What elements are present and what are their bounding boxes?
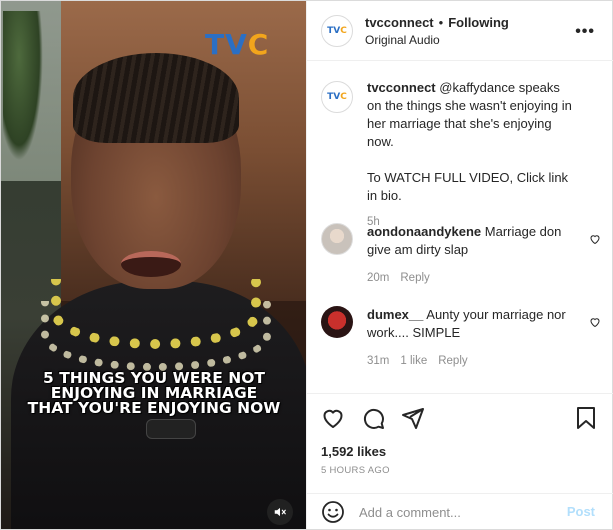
more-options-button[interactable]: ••• (575, 23, 595, 41)
caption-cta: To WATCH FULL VIDEO, Click link in bio. (367, 170, 569, 203)
avatar[interactable]: TVC (321, 14, 353, 47)
post-header: TVC tvcconnect • Following Original Audio … (307, 1, 613, 61)
avatar[interactable]: TVC (321, 81, 353, 113)
instagram-post-modal: T V C 5 THINGS YOU WERE NOT ENJOYING IN … (0, 0, 613, 530)
username-link[interactable]: aondonaandykene (367, 224, 481, 239)
speaker-hair (73, 53, 239, 143)
comment-likes[interactable]: 1 like (400, 355, 427, 367)
mention-link[interactable]: @kaffydance (439, 80, 515, 95)
reply-button[interactable]: Reply (400, 272, 429, 284)
username-link[interactable]: tvcconnect (365, 15, 434, 30)
comment-item: dumex__ Aunty your marriage nor work....… (321, 306, 601, 370)
username-link[interactable]: dumex__ (367, 307, 423, 322)
like-comment-heart-icon[interactable] (589, 233, 601, 245)
tvc-logo: T V C (205, 27, 270, 61)
comment-item: aondonaandykene Marriage don give am dir… (321, 223, 601, 287)
video-caption-overlay: 5 THINGS YOU WERE NOT ENJOYING IN MARRIA… (27, 369, 281, 417)
audio-link[interactable]: Original Audio (365, 33, 509, 47)
video-player[interactable]: T V C 5 THINGS YOU WERE NOT ENJOYING IN … (1, 1, 306, 529)
post-caption: TVC tvcconnect @kaffydance speaks on the… (321, 79, 601, 231)
comment-input[interactable] (359, 504, 559, 520)
avatar[interactable] (321, 306, 353, 338)
username-link[interactable]: tvcconnect (367, 80, 436, 95)
emoji-icon[interactable] (321, 500, 345, 524)
speaker-muted-icon (274, 507, 286, 517)
separator-dot: • (438, 14, 444, 30)
post-actions-bar (307, 393, 613, 443)
timestamp[interactable]: 31m (367, 355, 389, 367)
post-timestamp: 5 HOURS AGO (321, 465, 390, 476)
plant (3, 11, 43, 161)
bookmark-icon[interactable] (575, 406, 597, 430)
avatar[interactable] (321, 223, 353, 255)
comment-icon[interactable] (361, 406, 385, 430)
heart-icon[interactable] (321, 406, 345, 430)
add-comment-bar: Post (307, 493, 613, 530)
post-side-panel: TVC tvcconnect • Following Original Audio … (306, 1, 613, 530)
mute-button[interactable] (267, 499, 293, 525)
like-comment-heart-icon[interactable] (589, 316, 601, 328)
share-send-icon[interactable] (401, 406, 425, 430)
likes-count[interactable]: 1,592 likes (321, 444, 386, 459)
reply-button[interactable]: Reply (438, 355, 467, 367)
timestamp[interactable]: 20m (367, 272, 389, 284)
post-comment-button[interactable]: Post (567, 504, 595, 519)
following-button[interactable]: Following (448, 15, 509, 30)
lapel-mic (146, 419, 196, 439)
